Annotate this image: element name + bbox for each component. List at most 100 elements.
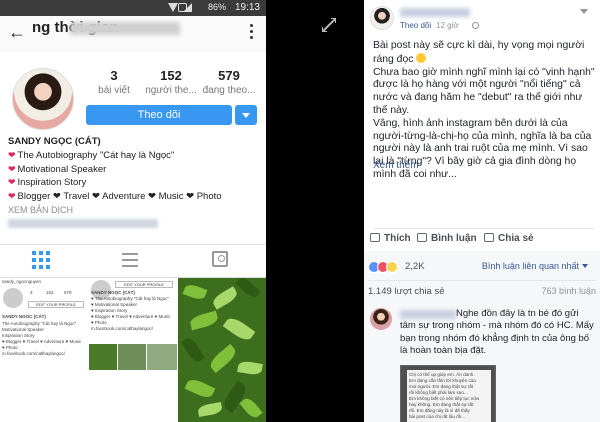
post-paragraph: Bài post này sẽ cực kì dài, hy vọng mọi …: [373, 40, 595, 67]
blurred-author-name: [400, 8, 470, 17]
stat-posts-label: bài viết: [98, 85, 130, 96]
status-bar: 86% 19:13: [0, 0, 266, 16]
stat-followers-value: 152: [160, 68, 182, 83]
share-label: Chia sẻ: [498, 233, 534, 244]
bio-line: ❤ Motivational Speaker: [8, 163, 258, 177]
leaf-shape: [181, 335, 205, 365]
leaf-shape: [210, 286, 240, 310]
profile-avatar[interactable]: [12, 68, 74, 130]
bio-tags-text: Blogger ❤ Travel ❤ Adventure ❤ Music ❤ P…: [17, 191, 222, 203]
profile-tabs: [0, 244, 266, 278]
bio-line-text: Inspiration Story: [17, 177, 87, 189]
leaf-shape: [207, 343, 239, 374]
thumb-edit-button: EDIT YOUR PROFILE: [28, 301, 84, 308]
comment-image[interactable]: Chị có thể up giúp em. Ăn danh. Em đang …: [400, 365, 496, 422]
comment-label: Bình luận: [431, 233, 477, 244]
heart-icon: ❤: [8, 149, 16, 160]
leaf-shape: [182, 282, 208, 302]
leaf-shape: [235, 278, 261, 300]
bio-line: ❤ The Autobiography "Cát hay là Ngọc": [8, 149, 258, 163]
thumb-username: sandy_ngocnguyen: [2, 279, 42, 284]
photo-thumbnail[interactable]: sandy_ngocnguyen 3 152 579 EDIT YOUR PRO…: [0, 278, 88, 422]
expand-arrow-part: [331, 18, 336, 23]
divider: [368, 280, 596, 281]
heart-icon: ❤: [8, 191, 16, 202]
list-view-icon[interactable]: [122, 251, 142, 271]
more-options-icon[interactable]: [250, 24, 254, 40]
stat-followers-label: người the...: [145, 85, 197, 96]
status-time: 19:13: [234, 2, 260, 13]
post-options-chevron-icon[interactable]: [580, 9, 588, 14]
grid-view-icon[interactable]: [32, 251, 52, 271]
leaf-shape: [188, 310, 220, 331]
profile-header: ← ng thời gian: [0, 16, 266, 52]
see-more-link[interactable]: Xem thêm: [373, 160, 419, 171]
post-paragraph: Vâng, hình ảnh instagram bên dưới là của…: [373, 117, 592, 180]
expand-fullscreen-icon[interactable]: [322, 18, 336, 32]
bio-line-text: The Autobiography "Cát hay là Ngọc": [17, 149, 175, 161]
expand-arrow-part: [322, 27, 327, 32]
divider: [373, 228, 595, 229]
commenter-avatar[interactable]: [370, 308, 392, 330]
follow-dropdown-icon[interactable]: [235, 105, 257, 125]
comment-count[interactable]: 763 bình luận: [541, 286, 596, 296]
like-icon: [370, 233, 380, 242]
bio-line-text: Motivational Speaker: [17, 163, 107, 175]
photo-thumbnail[interactable]: EDIT YOUR PROFILE SANDY NGỌC (CÁT) ♥ The…: [89, 278, 177, 422]
follow-button[interactable]: Theo dõi: [86, 105, 232, 125]
instagram-phone-screenshot: 86% 19:13 ← ng thời gian 3 bài viết 152 …: [0, 0, 266, 422]
leaf-shape: [239, 395, 263, 421]
thumb-line: m.facebook.com/cathaylangoc/: [91, 326, 154, 331]
like-button[interactable]: Thích: [370, 233, 411, 244]
comment-image-line: bài post của chị rất lâu rồi...: [409, 414, 466, 419]
share-icon: [484, 233, 494, 242]
stat-following-label: đang theo...: [202, 85, 256, 96]
profile-name: SANDY NGỌC (CÁT): [8, 136, 101, 147]
like-label: Thích: [384, 233, 411, 244]
stat-posts-value: 3: [110, 68, 118, 83]
stat-posts[interactable]: 3 bài viết: [96, 68, 132, 96]
follow-link[interactable]: Theo dõi: [400, 21, 431, 30]
post-timestamp[interactable]: 12 giờ: [436, 21, 459, 30]
reaction-count: 2,2K: [405, 261, 425, 272]
blurred-username: [70, 22, 180, 35]
see-translation-link[interactable]: XEM BẢN DỊCH: [8, 204, 258, 217]
top-comment: Nghe đồn đây là tn bé đó gửi tâm sự tron…: [364, 301, 600, 422]
screenshot-root: 86% 19:13 ← ng thời gian 3 bài viết 152 …: [0, 0, 600, 422]
author-avatar[interactable]: [370, 6, 394, 30]
back-arrow-icon[interactable]: ←: [8, 22, 26, 43]
comment-sort-dropdown[interactable]: Bình luận liên quan nhất: [482, 261, 588, 271]
mini-photo: [118, 344, 146, 370]
stat-followers[interactable]: 152 người the...: [140, 68, 202, 96]
thumb-blank-area: [89, 372, 177, 422]
leaf-shape: [184, 376, 216, 401]
wifi-icon: [168, 3, 178, 12]
post-paragraph: Chưa bao giờ mình nghĩ mình lại có "vinh…: [373, 66, 595, 116]
bio-line: ❤ Inspiration Story: [8, 176, 258, 190]
share-button[interactable]: Chia sẻ: [484, 233, 534, 244]
leaf-shape: [237, 360, 263, 376]
comment-image-text: Chị có thể up giúp em. Ăn danh. Em đang …: [407, 370, 491, 422]
tagged-photos-icon[interactable]: [212, 251, 228, 267]
stat-following[interactable]: 579 đang theo...: [200, 68, 258, 96]
leaf-shape: [197, 401, 223, 418]
thumb-blank-area: [0, 362, 87, 422]
stat-following-value: 579: [218, 68, 240, 83]
battery-level: 86%: [207, 2, 226, 12]
thumb-stat: 3: [30, 290, 33, 295]
heart-icon: ❤: [8, 163, 16, 174]
share-count[interactable]: 1.149 lượt chia sẻ: [368, 286, 445, 297]
wow-reaction-icon: [386, 261, 398, 273]
photo-grid: sandy_ngocnguyen 3 152 579 EDIT YOUR PRO…: [0, 278, 266, 422]
leaf-shape: [222, 314, 256, 344]
comment-text: Nghe đồn đây là tn bé đó gửi tâm sự tron…: [400, 308, 594, 357]
comment-button[interactable]: Bình luận: [417, 233, 477, 244]
profile-bio: SANDY NGỌC (CÁT) ❤ The Autobiography "Cát…: [8, 136, 258, 228]
comment-icon: [417, 233, 427, 242]
post-paragraph-text: Bài post này sẽ cực kì dài, hy vọng mọi …: [373, 40, 585, 65]
bio-line: ❤ Blogger ❤ Travel ❤ Adventure ❤ Music ❤ …: [8, 190, 258, 204]
blurred-website-link: [8, 218, 158, 228]
leaves-photo-thumbnail[interactable]: [178, 278, 266, 422]
thumb-stat: 579: [64, 290, 72, 295]
thumb-avatar: [3, 288, 23, 308]
